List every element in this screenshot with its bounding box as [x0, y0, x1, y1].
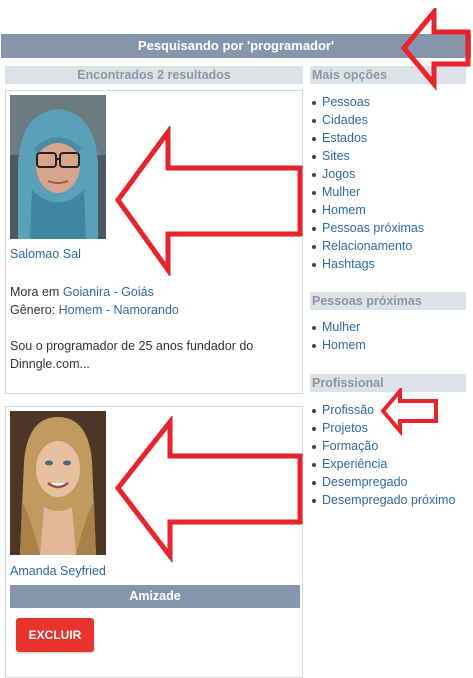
- mais-opcoes-section: Mais opções Pessoas Cidades Estados Site…: [310, 66, 466, 273]
- sidebar-link[interactable]: Pessoas: [322, 95, 370, 109]
- results-count-header: Encontrados 2 resultados: [5, 66, 303, 84]
- gender-link[interactable]: Homem: [59, 303, 103, 317]
- sidebar-link[interactable]: Desempregado: [322, 475, 407, 489]
- sidebar-link[interactable]: Formação: [322, 439, 378, 453]
- genero-label: Gênero:: [10, 303, 56, 317]
- gender-separator: -: [102, 303, 114, 317]
- sidebar-link[interactable]: Desempregado próximo: [322, 493, 455, 507]
- sidebar-item-mulher[interactable]: Mulher: [310, 183, 466, 201]
- sidebar-item-pessoas[interactable]: Pessoas: [310, 93, 466, 111]
- amizade-bar: Amizade: [10, 585, 300, 608]
- results-column: Encontrados 2 resultados Salomao Sal Mor…: [5, 66, 303, 678]
- sidebar-link[interactable]: Jogos: [322, 167, 355, 181]
- result-location: Mora em Goianira - Goiás: [10, 283, 154, 301]
- section-header: Pessoas próximas: [310, 292, 466, 310]
- sidebar-item-jogos[interactable]: Jogos: [310, 165, 466, 183]
- sidebar-item-desempregado[interactable]: Desempregado: [310, 473, 466, 491]
- sidebar-item-cidades[interactable]: Cidades: [310, 111, 466, 129]
- sidebar-link[interactable]: Experiência: [322, 457, 387, 471]
- sidebar-link[interactable]: Projetos: [322, 421, 368, 435]
- sidebar-link[interactable]: Profissão: [322, 403, 374, 417]
- sidebar-link[interactable]: Mulher: [322, 185, 360, 199]
- location-separator: -: [110, 285, 122, 299]
- city-link[interactable]: Goianira: [63, 285, 110, 299]
- sidebar-item-experiencia[interactable]: Experiência: [310, 455, 466, 473]
- state-link[interactable]: Goiás: [121, 285, 154, 299]
- annotation-arrow-icon: [400, 8, 471, 91]
- sidebar-item-relacionamento[interactable]: Relacionamento: [310, 237, 466, 255]
- sidebar-link[interactable]: Cidades: [322, 113, 368, 127]
- sidebar-link[interactable]: Homem: [322, 203, 366, 217]
- sidebar-item-mulher[interactable]: Mulher: [310, 318, 466, 336]
- profile-photo[interactable]: [10, 95, 106, 239]
- profile-photo[interactable]: [10, 411, 106, 555]
- result-bio: Sou o programador de 25 anos fundador do…: [10, 339, 254, 371]
- sidebar-item-formacao[interactable]: Formação: [310, 437, 466, 455]
- pessoas-proximas-section: Pessoas próximas Mulher Homem: [310, 292, 466, 354]
- annotation-arrow-icon: [114, 416, 303, 564]
- result-name-link[interactable]: Salomao Sal: [10, 247, 81, 261]
- sidebar-link[interactable]: Hashtags: [322, 257, 375, 271]
- sidebar-link[interactable]: Relacionamento: [322, 239, 412, 253]
- sidebar-item-sites[interactable]: Sites: [310, 147, 466, 165]
- sidebar-link[interactable]: Homem: [322, 338, 366, 352]
- sidebar-item-hashtags[interactable]: Hashtags: [310, 255, 466, 273]
- sidebar-item-estados[interactable]: Estados: [310, 129, 466, 147]
- mora-label: Mora em: [10, 285, 60, 299]
- annotation-arrow-icon: [114, 126, 303, 276]
- sidebar-item-desempregado-proximo[interactable]: Desempregado próximo: [310, 491, 466, 509]
- sidebar-link[interactable]: Estados: [322, 131, 367, 145]
- sidebar-item-homem[interactable]: Homem: [310, 336, 466, 354]
- result-gender: Gênero: Homem - Namorando: [10, 301, 179, 319]
- sidebar-link[interactable]: Mulher: [322, 320, 360, 334]
- sidebar-link[interactable]: Pessoas próximas: [322, 221, 424, 235]
- sidebar-item-homem[interactable]: Homem: [310, 201, 466, 219]
- sidebar-link[interactable]: Sites: [322, 149, 350, 163]
- relationship-link[interactable]: Namorando: [114, 303, 179, 317]
- sidebar-item-pessoas-proximas[interactable]: Pessoas próximas: [310, 219, 466, 237]
- result-name-link[interactable]: Amanda Seyfried: [10, 564, 106, 578]
- annotation-arrow-icon: [380, 388, 438, 436]
- excluir-button[interactable]: EXCLUIR: [16, 618, 94, 652]
